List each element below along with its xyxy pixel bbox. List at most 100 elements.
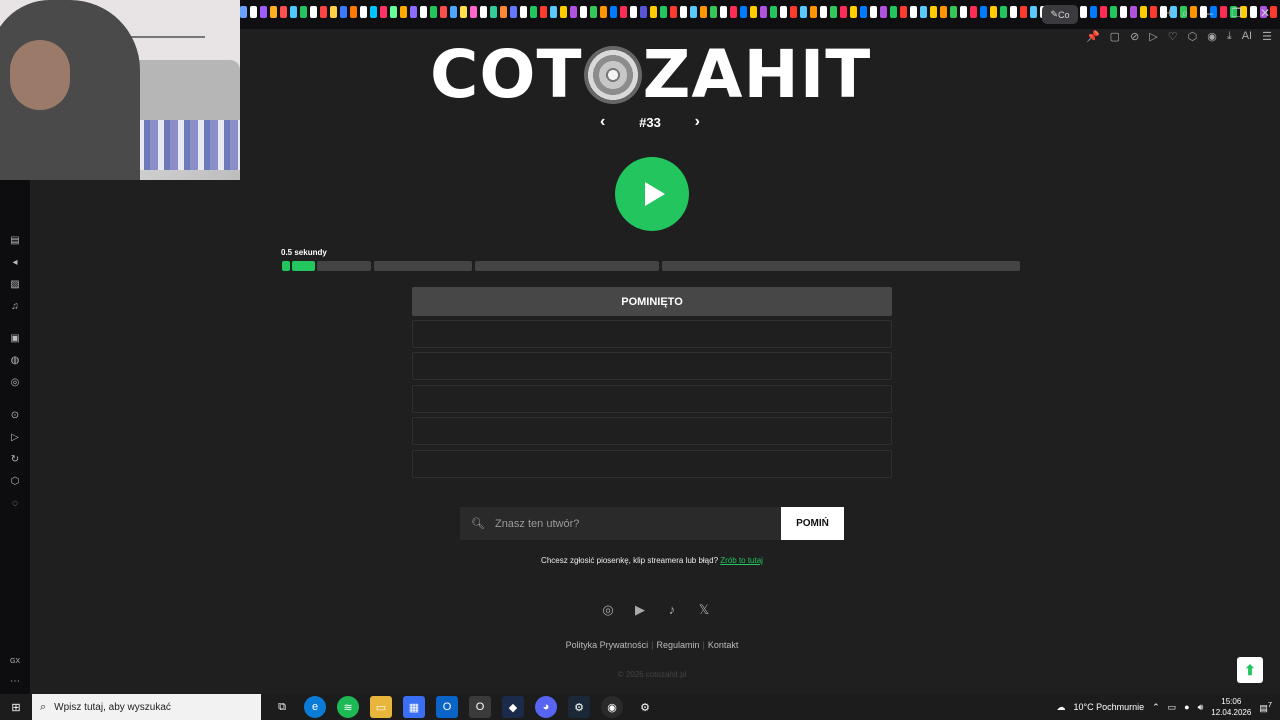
- tab-favicon[interactable]: [810, 6, 817, 18]
- tab-favicon[interactable]: [390, 6, 397, 18]
- twitch-icon[interactable]: ▣: [9, 333, 21, 345]
- tab-favicon[interactable]: [560, 6, 567, 18]
- tab-favicon[interactable]: [660, 6, 667, 18]
- tab-favicon[interactable]: [520, 6, 527, 18]
- tab-favicon[interactable]: [1150, 6, 1157, 18]
- tab-favicon[interactable]: [1080, 6, 1087, 18]
- tab-favicon[interactable]: [330, 6, 337, 18]
- tab-favicon[interactable]: [410, 6, 417, 18]
- tab-favicon[interactable]: [730, 6, 737, 18]
- tab-favicon[interactable]: [490, 6, 497, 18]
- tab-favicon[interactable]: [790, 6, 797, 18]
- tiktok-icon[interactable]: ♪: [664, 602, 680, 618]
- news-icon[interactable]: ▤: [9, 235, 21, 247]
- clock[interactable]: 15:06 12.04.2026: [1211, 696, 1251, 718]
- block-icon[interactable]: ⊘: [1130, 30, 1139, 43]
- search-icon[interactable]: ⌕: [1182, 6, 1189, 21]
- tab-favicon[interactable]: [420, 6, 427, 18]
- discord-icon[interactable]: ◕: [535, 696, 557, 718]
- tab-favicon[interactable]: [930, 6, 937, 18]
- tab-favicon[interactable]: [950, 6, 957, 18]
- report-link[interactable]: Zrób to tutaj: [720, 556, 763, 565]
- tab-favicon[interactable]: [380, 6, 387, 18]
- tab-favicon[interactable]: [580, 6, 587, 18]
- gx-label[interactable]: GX: [9, 656, 21, 668]
- tab-favicon[interactable]: [830, 6, 837, 18]
- tab-favicon[interactable]: [500, 6, 507, 18]
- tab-favicon[interactable]: [310, 6, 317, 18]
- tab-favicon[interactable]: [620, 6, 627, 18]
- back-icon[interactable]: ◂: [9, 257, 21, 269]
- tab-favicon[interactable]: [940, 6, 947, 18]
- tab-favicon[interactable]: [870, 6, 877, 18]
- tab-favicon[interactable]: [1140, 6, 1147, 18]
- tab-favicon[interactable]: [240, 6, 247, 18]
- send-icon[interactable]: ▷: [9, 432, 21, 444]
- game-app-icon[interactable]: ◆: [502, 696, 524, 718]
- tab-favicon[interactable]: [910, 6, 917, 18]
- file-explorer-icon[interactable]: ▭: [370, 696, 392, 718]
- tab-favicon[interactable]: [920, 6, 927, 18]
- tab-favicon[interactable]: [690, 6, 697, 18]
- tab-favicon[interactable]: [710, 6, 717, 18]
- tab-favicon[interactable]: [1010, 6, 1017, 18]
- microphone-icon[interactable]: ●: [1184, 702, 1189, 712]
- tab-favicon[interactable]: [900, 6, 907, 18]
- tab-favicon[interactable]: [610, 6, 617, 18]
- tab-favicon[interactable]: [440, 6, 447, 18]
- settings-icon[interactable]: ⚙: [634, 696, 656, 718]
- contact-link[interactable]: Kontakt: [708, 640, 739, 650]
- tab-favicon[interactable]: [990, 6, 997, 18]
- store-icon[interactable]: ▦: [403, 696, 425, 718]
- tab-favicon[interactable]: [1030, 6, 1037, 18]
- tab-favicon[interactable]: [340, 6, 347, 18]
- tab-favicon[interactable]: [1020, 6, 1027, 18]
- close-icon[interactable]: ✕: [1260, 6, 1270, 21]
- skip-button[interactable]: POMIŃ: [781, 507, 844, 540]
- tab-favicon[interactable]: [460, 6, 467, 18]
- messenger-icon[interactable]: ◍: [9, 355, 21, 367]
- tab-favicon[interactable]: [430, 6, 437, 18]
- tab-favicon[interactable]: [880, 6, 887, 18]
- tab-favicon[interactable]: [510, 6, 517, 18]
- tab-favicon[interactable]: [530, 6, 537, 18]
- menu-icon[interactable]: ☰: [1262, 30, 1272, 43]
- tab-favicon[interactable]: [1120, 6, 1127, 18]
- tab-favicon[interactable]: [470, 6, 477, 18]
- tab-favicon[interactable]: [720, 6, 727, 18]
- terms-link[interactable]: Regulamin: [656, 640, 699, 650]
- play-button[interactable]: [615, 157, 689, 231]
- tab-favicon[interactable]: [960, 6, 967, 18]
- notifications-icon[interactable]: ▤7: [1259, 700, 1272, 714]
- extensions-icon[interactable]: ⬡: [1188, 30, 1198, 43]
- windows-start-icon[interactable]: ⊞: [0, 694, 32, 720]
- network-icon[interactable]: ▭: [1168, 702, 1177, 713]
- tab-favicon[interactable]: [570, 6, 577, 18]
- tab-favicon[interactable]: [840, 6, 847, 18]
- tab-favicon[interactable]: [780, 6, 787, 18]
- steam-icon[interactable]: ⚙: [568, 696, 590, 718]
- wallet-icon[interactable]: ▨: [9, 279, 21, 291]
- tab-favicon[interactable]: [1270, 6, 1277, 18]
- task-view-icon[interactable]: ⧉: [271, 696, 293, 718]
- plus-icon[interactable]: +: [1166, 6, 1174, 20]
- more-icon[interactable]: ⋯: [9, 676, 21, 688]
- tab-favicon[interactable]: [540, 6, 547, 18]
- snapshot-icon[interactable]: ▢: [1110, 30, 1120, 43]
- tab-favicon[interactable]: [590, 6, 597, 18]
- tab-favicon[interactable]: [820, 6, 827, 18]
- chevron-right-icon[interactable]: ›: [695, 113, 700, 131]
- scroll-top-button[interactable]: ⬆: [1237, 657, 1263, 683]
- tab-favicon[interactable]: [600, 6, 607, 18]
- history-icon[interactable]: ↻: [9, 454, 21, 466]
- tab-favicon[interactable]: [850, 6, 857, 18]
- tab-favicon[interactable]: [860, 6, 867, 18]
- obs-icon[interactable]: ◉: [601, 696, 623, 718]
- minimize-icon[interactable]: –: [1206, 6, 1213, 21]
- extensions-icon[interactable]: ⬡: [9, 476, 21, 488]
- music-icon[interactable]: ♫: [9, 301, 21, 313]
- tab-favicon[interactable]: [550, 6, 557, 18]
- tab-favicon[interactable]: [370, 6, 377, 18]
- tab-favicon[interactable]: [630, 6, 637, 18]
- tab-favicon[interactable]: [290, 6, 297, 18]
